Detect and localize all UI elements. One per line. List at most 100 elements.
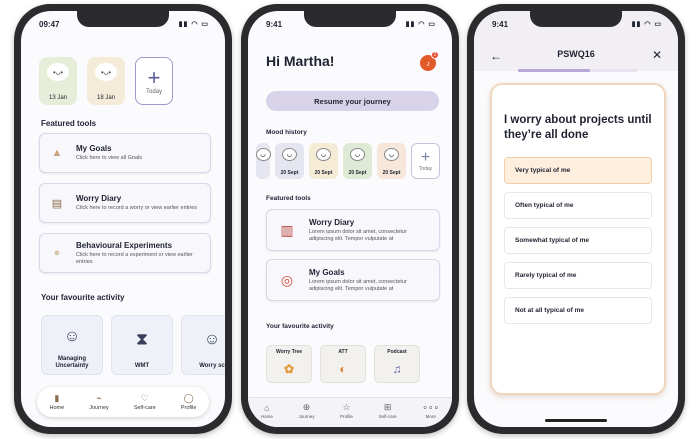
tool-title: My Goals	[76, 144, 112, 153]
add-today-mood-button[interactable]: + Today	[135, 57, 173, 105]
nav-home[interactable]: ⌂ Home	[261, 403, 273, 419]
tool-my-goals[interactable]: ◎ My Goals Lorem ipsum dolor sit amet, co…	[266, 259, 440, 301]
tool-my-goals[interactable]: ▲ My Goals Click here to view all Goals	[39, 133, 211, 173]
notch	[304, 11, 396, 27]
phone-screen: 09:47 ▮▮ ◠ ▭ •ᴗ• 13 Jan •ᴗ• 18 Jan + Tod…	[21, 11, 225, 427]
favourite-activity-heading: Your favourite activity	[266, 323, 334, 330]
tool-worry-diary[interactable]: ▤ Worry Diary Click here to record a worr…	[39, 183, 211, 223]
tool-worry-diary[interactable]: ▥ Worry Diary Lorem ipsum dolor sit amet,…	[266, 209, 440, 251]
mood-card[interactable]: ◡	[255, 143, 271, 179]
bottom-nav: ▮ Home ⌁ Journey ♡ Self-care ◯ Profile	[37, 387, 209, 417]
resume-journey-button[interactable]: Resume your journey	[266, 91, 439, 111]
bell-icon: ♪	[426, 58, 430, 68]
mood-history: ◡ ◡ 20 Sept ◡ 20 Sept ◡ 20 Sept ◡ 20 Sept + T…	[255, 143, 440, 179]
bottom-nav: ⌂ Home ⊕ Journey ☆ Profile ⊞ Self-care ∘∘∘ Mo…	[248, 397, 452, 427]
answer-option[interactable]: Somewhat typical of me	[504, 227, 652, 254]
answer-option[interactable]: Rarely typical of me	[504, 262, 652, 289]
face-icon: ◡	[350, 148, 365, 161]
face-icon: ◡	[384, 148, 399, 161]
mood-card[interactable]: ◡ 20 Sept	[309, 143, 338, 179]
phone-screen: 9:41 ▮▮ ◠ ▭ Hi Martha! ♪ 2 Resume your j…	[248, 11, 452, 427]
today-label: Today	[145, 89, 162, 95]
progress-fill	[518, 69, 590, 72]
nav-self-care[interactable]: ♡ Self-care	[134, 393, 156, 411]
mood-history: •ᴗ• 13 Jan •ᴗ• 18 Jan + Today	[39, 57, 173, 105]
nav-self-care[interactable]: ⊞ Self-care	[379, 402, 397, 419]
mood-date: 20 Sept	[314, 170, 333, 176]
activity-card[interactable]: ☺ Worry sc	[181, 315, 225, 375]
activity-card[interactable]: Worry Tree ✿	[266, 345, 312, 383]
mood-card[interactable]: ◡ 20 Sept	[275, 143, 304, 179]
favourite-activities: Worry Tree ✿ ATT ◐ Podcast ♫	[266, 345, 420, 383]
answer-option[interactable]: Often typical of me	[504, 192, 652, 219]
star-icon: ☆	[342, 402, 351, 412]
mood-history-heading: Mood history	[266, 129, 307, 136]
journey-icon: ⌁	[96, 393, 102, 403]
nav-journey[interactable]: ⊕ Journey	[299, 402, 315, 419]
activity-label: WMT	[134, 363, 150, 369]
journey-icon: ⊕	[302, 402, 311, 412]
notification-badge: 2	[431, 51, 439, 59]
nav-profile[interactable]: ☆ Profile	[340, 402, 353, 419]
nav-label: Journey	[298, 414, 315, 419]
mood-date: 18 Jan	[96, 95, 115, 101]
activity-label: Worry sc	[199, 363, 225, 369]
notch	[530, 11, 622, 27]
nav-more[interactable]: ∘∘∘ More	[422, 402, 439, 419]
questionnaire-title: PSWQ16	[557, 49, 595, 59]
diary-icon: ▤	[51, 197, 63, 210]
notification-button[interactable]: ♪ 2	[420, 51, 439, 71]
answer-option-selected[interactable]: Very typical of me	[504, 157, 652, 184]
face-icon: •ᴗ•	[47, 63, 69, 81]
tool-desc: Click here to view all Goals	[76, 155, 143, 161]
mood-card[interactable]: •ᴗ• 13 Jan	[39, 57, 77, 105]
activity-card[interactable]: Podcast ♫	[374, 345, 420, 383]
grid-icon: ⊞	[383, 402, 392, 412]
status-time: 9:41	[266, 19, 283, 29]
favourite-activity-heading: Your favourite activity	[41, 293, 125, 302]
tool-title: Worry Diary	[76, 194, 122, 203]
activity-card[interactable]: ☺ Managing Uncertainty	[41, 315, 103, 375]
people-illustration: ☺	[63, 327, 81, 345]
featured-tools-heading: Featured tools	[41, 119, 97, 128]
activity-label: Managing Uncertainty	[55, 356, 89, 369]
notebook-icon: ▥	[280, 221, 294, 238]
target-icon: ◎	[280, 271, 294, 288]
mood-date: 13 Jan	[48, 95, 67, 101]
mood-card[interactable]: •ᴗ• 18 Jan	[87, 57, 125, 105]
today-label: Today	[418, 166, 433, 172]
phone-questionnaire-screen: 9:41 ▮▮ ◠ ▭ ← PSWQ16 ✕ I worry about pro…	[467, 4, 685, 434]
favourite-activities: ☺ Managing Uncertainty ⧗ WMT ☺ Worry sc	[41, 315, 225, 375]
activity-card[interactable]: ⧗ WMT	[111, 315, 173, 375]
tool-title: My Goals	[309, 267, 345, 277]
hourglass-illustration: ⧗	[136, 331, 148, 348]
answer-option[interactable]: Not at all typical of me	[504, 297, 652, 324]
home-indicator	[545, 419, 607, 422]
heart-icon: ♡	[140, 393, 149, 403]
add-today-mood-button[interactable]: + Today	[411, 143, 440, 179]
tool-desc: Lorem ipsum dolor sit amet, consectetur …	[309, 278, 407, 292]
nav-journey[interactable]: ⌁ Journey	[89, 393, 109, 411]
profile-icon: ◯	[183, 393, 194, 403]
greeting: Hi Martha!	[266, 53, 335, 69]
nav-label: Self-care	[133, 405, 156, 411]
close-icon[interactable]: ✕	[652, 48, 662, 62]
nav-profile[interactable]: ◯ Profile	[181, 393, 197, 411]
phone-dashboard-screen: 9:41 ▮▮ ◠ ▭ Hi Martha! ♪ 2 Resume your j…	[241, 4, 459, 434]
phone-screen: 9:41 ▮▮ ◠ ▭ ← PSWQ16 ✕ I worry about pro…	[474, 11, 678, 427]
mood-card[interactable]: ◡ 20 Sept	[377, 143, 406, 179]
nav-label: Home	[49, 405, 65, 411]
nav-label: Journey	[89, 405, 109, 411]
nav-home[interactable]: ▮ Home	[50, 393, 65, 411]
tool-behavioural-experiments[interactable]: ● Behavioural Experiments Click here to r…	[39, 233, 211, 273]
status-time: 09:47	[39, 19, 60, 29]
more-icon: ∘∘∘	[422, 402, 440, 412]
mountain-icon: ▲	[51, 147, 63, 159]
nav-label: Profile	[180, 405, 197, 411]
podcast-illustration: ♫	[392, 361, 402, 376]
home-icon: ⌂	[264, 402, 270, 413]
mood-card[interactable]: ◡ 20 Sept	[343, 143, 372, 179]
activity-card[interactable]: ATT ◐	[320, 345, 366, 383]
plus-icon: +	[147, 65, 161, 90]
person-illustration: ☺	[203, 331, 221, 348]
